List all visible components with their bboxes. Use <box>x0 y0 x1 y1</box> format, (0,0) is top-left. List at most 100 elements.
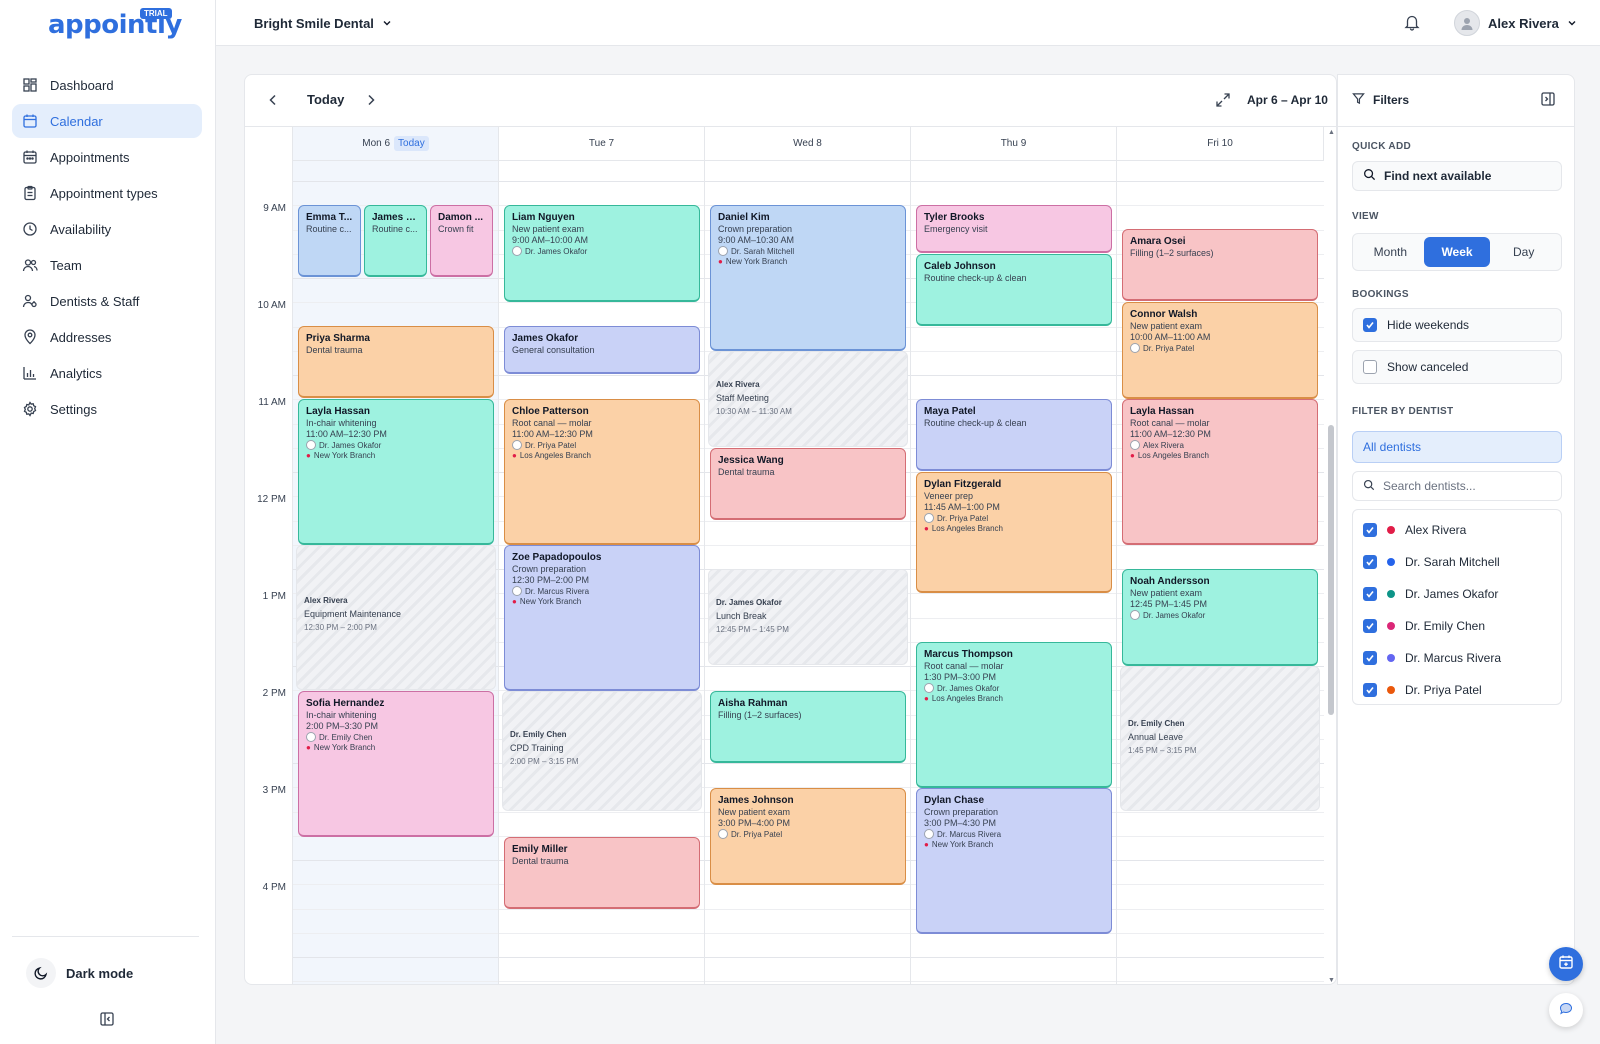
day-column-wed[interactable]: Daniel Kim Crown preparation 9:00 AM–10:… <box>705 161 911 984</box>
blocked-time[interactable]: Dr. Emily Chen CPD Training 2:00 PM – 3:… <box>502 691 702 811</box>
sidebar-item-team[interactable]: Team <box>12 248 202 282</box>
sidebar-item-calendar[interactable]: Calendar <box>12 104 202 138</box>
day-column-tue[interactable]: Liam Nguyen New patient exam 9:00 AM–10:… <box>499 161 705 984</box>
appointment-card[interactable]: Aisha Rahman Filling (1–2 surfaces) <box>710 691 906 763</box>
appointment-card[interactable]: James Okafor General consultation <box>504 326 700 374</box>
appointment-card[interactable]: James B... Routine c... <box>364 205 427 277</box>
search-dentists-input[interactable]: Search dentists... <box>1352 471 1562 501</box>
appointment-card[interactable]: Emma T... Routine c... <box>298 205 361 277</box>
appointment-card[interactable]: Sofia Hernandez In-chair whitening 2:00 … <box>298 691 494 837</box>
appointment-card[interactable]: Chloe Patterson Root canal — molar 11:00… <box>504 399 700 545</box>
collapse-sidebar-icon[interactable] <box>99 1011 115 1027</box>
appointments-icon <box>22 149 38 165</box>
appointment-card[interactable]: Layla Hassan Root canal — molar 11:00 AM… <box>1122 399 1318 545</box>
find-next-available-button[interactable]: Find next available <box>1352 161 1562 191</box>
day-column-fri[interactable]: Amara Osei Filling (1–2 surfaces) Connor… <box>1117 161 1324 984</box>
show-canceled-toggle[interactable]: Show canceled <box>1352 350 1562 384</box>
scroll-down-icon[interactable]: ▼ <box>1328 977 1335 984</box>
chevron-right-icon[interactable] <box>363 92 379 108</box>
calendar-scrollbar[interactable]: ▲ ▼ <box>1325 127 1336 984</box>
blocked-time[interactable]: Alex Rivera Staff Meeting 10:30 AM – 11:… <box>708 351 908 447</box>
day-header-thu[interactable]: Thu 9 <box>911 127 1117 161</box>
appointment-card[interactable]: Tyler Brooks Emergency visit <box>916 205 1112 253</box>
chat-button[interactable] <box>1549 993 1583 1027</box>
appointment-card[interactable]: Marcus Thompson Root canal — molar 1:30 … <box>916 642 1112 788</box>
user-menu[interactable]: Alex Rivera <box>1454 10 1577 36</box>
appointment-card[interactable]: Maya Patel Routine check-up & clean <box>916 399 1112 471</box>
grid-line <box>293 278 498 279</box>
sidebar-item-appointments[interactable]: Appointments <box>12 140 202 174</box>
appointment-card[interactable]: Noah Andersson New patient exam 12:45 PM… <box>1122 569 1318 666</box>
appointment-type: Dental trauma <box>718 467 775 477</box>
dentist-row-james-okafor[interactable]: Dr. James Okafor <box>1353 578 1561 610</box>
view-week-button[interactable]: Week <box>1423 237 1491 267</box>
collapse-panel-icon[interactable] <box>1540 91 1556 107</box>
appointment-card[interactable]: Damon ... Crown fit <box>430 205 493 277</box>
appointment-card[interactable]: Dylan Chase Crown preparation 3:00 PM–4:… <box>916 788 1112 934</box>
all-dentists-button[interactable]: All dentists <box>1352 431 1562 463</box>
appointment-card[interactable]: Liam Nguyen New patient exam 9:00 AM–10:… <box>504 205 700 302</box>
appointment-card[interactable]: Layla Hassan In-chair whitening 11:00 AM… <box>298 399 494 545</box>
grid-line <box>911 593 1116 595</box>
dentist-row-sarah-mitchell[interactable]: Dr. Sarah Mitchell <box>1353 546 1561 578</box>
blocked-time[interactable]: Alex Rivera Equipment Maintenance 12:30 … <box>296 545 496 690</box>
hide-weekends-toggle[interactable]: Hide weekends <box>1352 308 1562 342</box>
sidebar-item-addresses[interactable]: Addresses <box>12 320 202 354</box>
day-column-mon[interactable]: Emma T... Routine c... James B... Routin… <box>293 161 499 984</box>
checkbox-unchecked[interactable] <box>1363 360 1377 374</box>
day-column-thu[interactable]: Tyler Brooks Emergency visit Caleb Johns… <box>911 161 1117 984</box>
block-owner: Alex Rivera <box>716 380 760 389</box>
day-header-mon[interactable]: Mon 6 Today <box>293 127 499 161</box>
clinic-selector[interactable]: Bright Smile Dental <box>254 16 392 31</box>
sidebar-item-appointment-types[interactable]: Appointment types <box>12 176 202 210</box>
bell-icon[interactable] <box>1403 13 1421 31</box>
appointment-card[interactable]: Caleb Johnson Routine check-up & clean <box>916 254 1112 326</box>
day-header-wed[interactable]: Wed 8 <box>705 127 911 161</box>
grid-line <box>705 981 910 983</box>
chevron-left-icon[interactable] <box>265 92 281 108</box>
checkbox-checked[interactable] <box>1363 683 1377 697</box>
appointment-card[interactable]: James Johnson New patient exam 3:00 PM–4… <box>710 788 906 885</box>
dentist-row-alex-rivera[interactable]: Alex Rivera <box>1353 514 1561 546</box>
sidebar-item-analytics[interactable]: Analytics <box>12 356 202 390</box>
doctor-avatar-icon <box>306 732 316 742</box>
blocked-time[interactable]: Dr. Emily Chen Annual Leave 1:45 PM – 3:… <box>1120 666 1320 811</box>
appointment-card[interactable]: Priya Sharma Dental trauma <box>298 326 494 398</box>
checkbox-checked[interactable] <box>1363 651 1377 665</box>
day-header-tue[interactable]: Tue 7 <box>499 127 705 161</box>
appointment-card[interactable]: Emily Miller Dental trauma <box>504 837 700 909</box>
appointment-card[interactable]: Connor Walsh New patient exam 10:00 AM–1… <box>1122 302 1318 399</box>
sidebar-item-dentists-staff[interactable]: Dentists & Staff <box>12 284 202 318</box>
blocked-time[interactable]: Dr. James Okafor Lunch Break 12:45 PM – … <box>708 569 908 665</box>
grid-line <box>499 302 704 304</box>
checkbox-checked[interactable] <box>1363 587 1377 601</box>
today-button[interactable]: Today <box>307 92 344 107</box>
appointment-card[interactable]: Daniel Kim Crown preparation 9:00 AM–10:… <box>710 205 906 351</box>
checkbox-checked[interactable] <box>1363 555 1377 569</box>
doctor-name: Dr. Priya Patel <box>1143 343 1195 353</box>
app-logo[interactable]: appointly TRIAL <box>48 8 182 46</box>
appointment-card[interactable]: Jessica Wang Dental trauma <box>710 448 906 520</box>
dentist-row-emily-chen[interactable]: Dr. Emily Chen <box>1353 610 1561 642</box>
checkbox-checked[interactable] <box>1363 523 1377 537</box>
day-header-fri[interactable]: Fri 10 <box>1117 127 1324 161</box>
scroll-up-icon[interactable]: ▲ <box>1328 129 1335 136</box>
checkbox-checked[interactable] <box>1363 318 1377 332</box>
view-month-button[interactable]: Month <box>1357 237 1424 267</box>
dentist-row-marcus-rivera[interactable]: Dr. Marcus Rivera <box>1353 642 1561 674</box>
new-booking-button[interactable] <box>1549 947 1583 981</box>
sidebar-item-availability[interactable]: Availability <box>12 212 202 246</box>
sidebar-item-settings[interactable]: Settings <box>12 392 202 426</box>
pin-icon <box>22 329 38 345</box>
appointment-card[interactable]: Amara Osei Filling (1–2 surfaces) <box>1122 229 1318 301</box>
grid-line <box>705 932 910 934</box>
dark-mode-toggle[interactable]: Dark mode <box>26 958 133 988</box>
view-day-button[interactable]: Day <box>1490 237 1557 267</box>
checkbox-checked[interactable] <box>1363 619 1377 633</box>
scroll-thumb[interactable] <box>1328 425 1334 715</box>
dentist-row-priya-patel[interactable]: Dr. Priya Patel <box>1353 674 1561 706</box>
sidebar-item-dashboard[interactable]: Dashboard <box>12 68 202 102</box>
appointment-card[interactable]: Dylan Fitzgerald Veneer prep 11:45 AM–1:… <box>916 472 1112 593</box>
expand-icon[interactable] <box>1215 92 1231 108</box>
appointment-card[interactable]: Zoe Papadopoulos Crown preparation 12:30… <box>504 545 700 691</box>
